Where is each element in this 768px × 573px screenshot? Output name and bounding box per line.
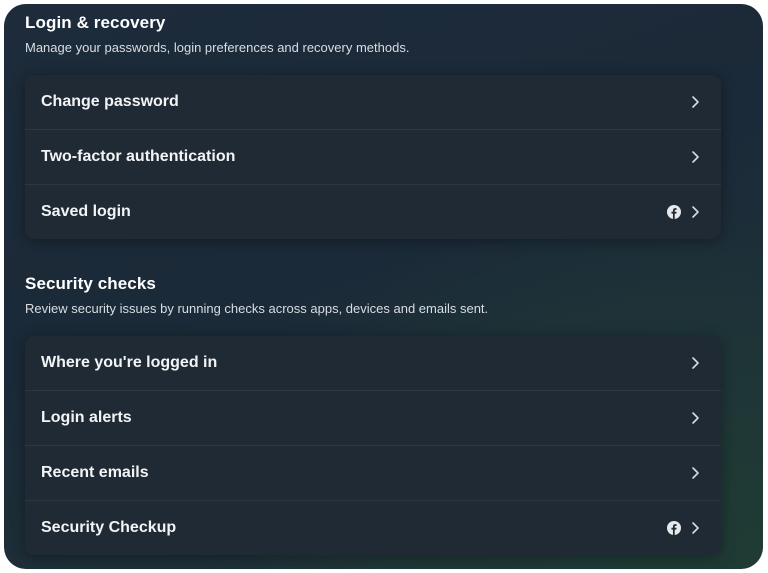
row-label: Where you're logged in [41,354,218,371]
change-password-row[interactable]: Change password [25,75,721,130]
login-recovery-card: Change password Two-factor authenticatio… [25,75,721,239]
security-checkup-row[interactable]: Security Checkup [25,501,721,555]
section-title-login-recovery: Login & recovery [25,13,166,32]
chevron-right-icon [692,206,699,218]
chevron-right-icon [692,96,699,108]
two-factor-authentication-row[interactable]: Two-factor authentication [25,130,721,185]
chevron-right-icon [692,522,699,534]
saved-login-row[interactable]: Saved login [25,185,721,239]
chevron-right-icon [692,151,699,163]
row-label: Two-factor authentication [41,148,236,165]
where-youre-logged-in-row[interactable]: Where you're logged in [25,336,721,391]
chevron-right-icon [692,357,699,369]
chevron-right-icon [692,412,699,424]
section-description-login-recovery: Manage your passwords, login preferences… [25,40,410,55]
row-label: Security Checkup [41,519,177,536]
recent-emails-row[interactable]: Recent emails [25,446,721,501]
settings-panel: Login & recovery Manage your passwords, … [4,4,763,569]
row-label: Saved login [41,203,131,220]
row-label: Login alerts [41,409,132,426]
security-checks-card: Where you're logged in Login alerts Rece… [25,336,721,555]
section-description-security-checks: Review security issues by running checks… [25,301,489,316]
section-title-security-checks: Security checks [25,274,156,293]
facebook-icon [667,521,681,535]
login-alerts-row[interactable]: Login alerts [25,391,721,446]
chevron-right-icon [692,467,699,479]
row-label: Recent emails [41,464,149,481]
facebook-icon [667,205,681,219]
row-label: Change password [41,93,179,110]
